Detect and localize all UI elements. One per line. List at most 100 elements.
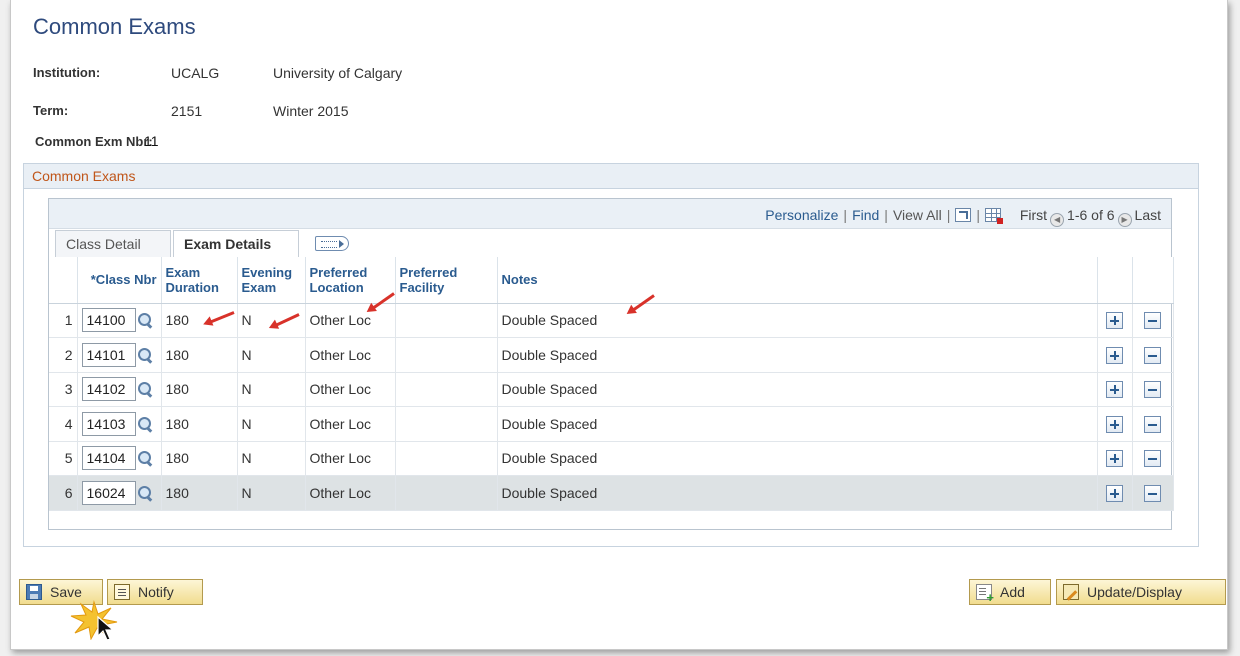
- first-label: First: [1019, 207, 1048, 223]
- table-row: 2 14101 180 N Other Loc Double Spaced: [49, 337, 1174, 373]
- mouse-cursor-icon: [97, 616, 115, 641]
- table-row: 6 16024 180 N Other Loc Double Spaced: [49, 475, 1174, 511]
- delete-row-icon[interactable]: [1144, 450, 1161, 468]
- term-description: Winter 2015: [273, 103, 349, 119]
- class-nbr-cell: 14102: [77, 372, 162, 407]
- exam-duration-cell: 180: [161, 372, 238, 407]
- preferred-location-cell: Other Loc: [305, 475, 396, 511]
- update-display-icon: [1063, 584, 1079, 600]
- class-nbr-input[interactable]: 16024: [81, 480, 136, 505]
- class-nbr-input[interactable]: 14101: [81, 342, 136, 367]
- row-number: 5: [49, 441, 78, 476]
- previous-icon[interactable]: ◀: [1050, 213, 1065, 227]
- evening-exam-cell: N: [237, 406, 306, 442]
- last-label: Last: [1134, 207, 1161, 223]
- row-number: 1: [49, 303, 78, 338]
- download-grid-icon[interactable]: [985, 208, 1003, 224]
- add-row-icon[interactable]: [1106, 346, 1123, 364]
- exam-duration-cell: 180: [161, 475, 238, 511]
- delete-row-icon[interactable]: [1144, 415, 1161, 433]
- page-container: Common Exams Institution: UCALG Universi…: [10, 0, 1228, 650]
- notify-button[interactable]: Notify: [107, 579, 203, 605]
- preferred-facility-header[interactable]: Preferred Facility: [395, 257, 498, 304]
- class-nbr-input[interactable]: 14100: [81, 308, 136, 333]
- exam-details-table: *Class Nbr Exam Duration Evening Exam Pr…: [49, 257, 1174, 511]
- delete-row-icon[interactable]: [1144, 346, 1161, 364]
- personalize-link[interactable]: Personalize: [765, 207, 838, 223]
- page-title: Common Exams: [33, 14, 196, 39]
- delete-row-icon[interactable]: [1144, 381, 1161, 399]
- class-nbr-cell: 16024: [77, 475, 162, 511]
- preferred-location-cell: Other Loc: [305, 406, 396, 442]
- add-row-icon[interactable]: [1106, 450, 1123, 468]
- notes-cell: Double Spaced: [497, 372, 1098, 407]
- class-nbr-input[interactable]: 14104: [81, 446, 136, 471]
- lookup-icon[interactable]: [137, 347, 153, 363]
- row-number-header: [49, 257, 78, 304]
- row-range: 1-6 of 6: [1067, 207, 1115, 223]
- table-header-row: *Class Nbr Exam Duration Evening Exam Pr…: [49, 257, 1174, 304]
- table-row: 4 14103 180 N Other Loc Double Spaced: [49, 406, 1174, 442]
- row-number: 4: [49, 406, 78, 442]
- find-link[interactable]: Find: [852, 207, 879, 223]
- preferred-location-cell: Other Loc: [305, 337, 396, 373]
- institution-description: University of Calgary: [273, 65, 403, 81]
- lookup-icon[interactable]: [137, 381, 153, 397]
- add-row-icon[interactable]: [1106, 415, 1123, 433]
- row-number: 2: [49, 337, 78, 373]
- term-code: 2151: [171, 103, 203, 119]
- class-nbr-cell: 14104: [77, 441, 162, 476]
- table-row: 3 14102 180 N Other Loc Double Spaced: [49, 372, 1174, 407]
- preferred-location-header[interactable]: Preferred Location: [305, 257, 396, 304]
- table-row: 5 14104 180 N Other Loc Double Spaced: [49, 441, 1174, 476]
- delete-row-icon[interactable]: [1144, 312, 1161, 330]
- update-display-label: Update/Display: [1087, 584, 1182, 600]
- grid-pager: First ◀ 1-6 of 6 ▶ Last: [1020, 207, 1161, 227]
- add-row-icon[interactable]: [1106, 381, 1123, 399]
- preferred-location-cell: Other Loc: [305, 441, 396, 476]
- zoom-icon[interactable]: [955, 208, 972, 222]
- exam-duration-cell: 180: [161, 303, 238, 338]
- class-nbr-input[interactable]: 14102: [81, 377, 136, 402]
- add-row-icon[interactable]: [1106, 312, 1123, 330]
- add-row-header: [1097, 257, 1133, 304]
- add-label: Add: [1000, 584, 1025, 600]
- class-nbr-cell: 14101: [77, 337, 162, 373]
- tab-class-detail[interactable]: Class Detail: [55, 230, 171, 257]
- add-button[interactable]: Add: [969, 579, 1051, 605]
- common-exm-nbr-label: Common Exm Nbr:: [35, 134, 153, 149]
- evening-exam-header[interactable]: Evening Exam: [237, 257, 306, 304]
- update-display-button[interactable]: Update/Display: [1056, 579, 1226, 605]
- lookup-icon[interactable]: [137, 416, 153, 432]
- preferred-location-cell: Other Loc: [305, 303, 396, 338]
- class-nbr-input[interactable]: 14103: [81, 411, 136, 436]
- preferred-facility-cell: [395, 303, 498, 338]
- class-nbr-header[interactable]: *Class Nbr: [77, 257, 162, 304]
- save-icon: [26, 584, 42, 600]
- lookup-icon[interactable]: [137, 450, 153, 466]
- exam-duration-cell: 180: [161, 406, 238, 442]
- lookup-icon[interactable]: [137, 485, 153, 501]
- preferred-location-cell: Other Loc: [305, 372, 396, 407]
- notify-icon: [114, 584, 130, 600]
- next-icon[interactable]: ▶: [1117, 213, 1132, 227]
- exam-duration-header[interactable]: Exam Duration: [161, 257, 238, 304]
- lookup-icon[interactable]: [137, 312, 153, 328]
- exam-duration-cell: 180: [161, 441, 238, 476]
- row-number: 3: [49, 372, 78, 407]
- preferred-facility-cell: [395, 441, 498, 476]
- tab-exam-details[interactable]: Exam Details: [173, 230, 299, 258]
- save-label: Save: [50, 584, 82, 600]
- preferred-facility-cell: [395, 406, 498, 442]
- evening-exam-cell: N: [237, 475, 306, 511]
- delete-row-icon[interactable]: [1144, 484, 1161, 502]
- view-all-link[interactable]: View All: [893, 207, 942, 223]
- notes-header[interactable]: Notes: [497, 257, 1098, 304]
- show-all-columns-icon[interactable]: [315, 236, 349, 251]
- add-row-icon[interactable]: [1106, 484, 1123, 502]
- notes-cell: Double Spaced: [497, 406, 1098, 442]
- notes-cell: Double Spaced: [497, 441, 1098, 476]
- evening-exam-cell: N: [237, 441, 306, 476]
- notify-label: Notify: [138, 584, 174, 600]
- term-label: Term:: [33, 103, 69, 118]
